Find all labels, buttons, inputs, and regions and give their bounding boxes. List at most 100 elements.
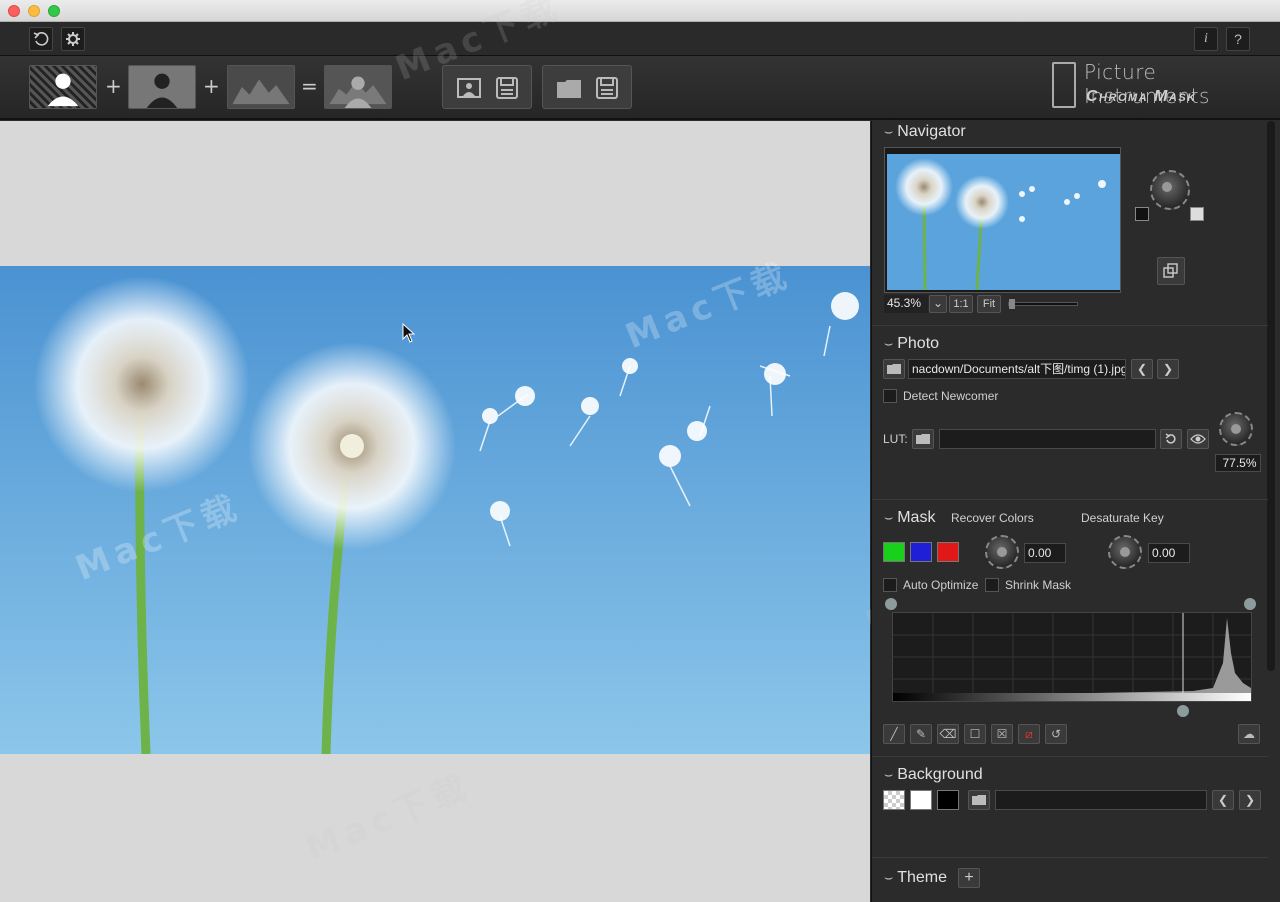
section-divider (872, 325, 1268, 326)
open-folder-button[interactable] (555, 74, 583, 102)
settings-button[interactable] (61, 27, 85, 51)
reset-lut-button[interactable] (1160, 429, 1182, 449)
key-color-red[interactable] (937, 542, 959, 562)
recover-colors-knob[interactable] (985, 535, 1019, 569)
black-background-swatch[interactable] (937, 790, 959, 810)
close-window-button[interactable] (8, 5, 20, 17)
brush-tool-button[interactable]: ✎ (910, 724, 932, 744)
composite-icon (329, 76, 387, 108)
photo-path-field[interactable]: nacdown/Documents/alt下图/timg (1).jpg (908, 359, 1126, 379)
white-background-swatch[interactable] (910, 790, 932, 810)
desaturate-key-value[interactable]: 0.00 (1148, 543, 1190, 563)
preview-lut-button[interactable] (1187, 429, 1209, 449)
invert-mask-button[interactable]: ⧄ (1018, 724, 1040, 744)
folder-icon (972, 795, 986, 805)
plus-operator: + (105, 74, 122, 98)
eye-icon (1190, 434, 1206, 444)
black-point-icon[interactable] (1135, 207, 1149, 221)
key-color-blue[interactable] (910, 542, 932, 562)
mask-section-title[interactable]: ⌣ Mask (884, 509, 935, 527)
undo-button[interactable] (29, 27, 53, 51)
save-icon (596, 77, 618, 99)
section-divider (872, 756, 1268, 757)
product-name: Chroma Mask (1086, 88, 1197, 105)
open-photo-file-button[interactable] (883, 359, 905, 379)
reset-mask-button[interactable]: ↺ (1045, 724, 1067, 744)
person-mask-icon (146, 73, 178, 108)
folder-icon (916, 434, 930, 444)
undo-icon: ↺ (1050, 727, 1062, 741)
clear-tool-button[interactable]: ☒ (991, 724, 1013, 744)
zoom-slider[interactable] (1008, 299, 1078, 309)
mask-options-button[interactable]: ☁ (1238, 724, 1260, 744)
section-divider (872, 857, 1268, 858)
copy-window-icon (1163, 263, 1178, 278)
lut-strength-value[interactable]: 77.5% (1215, 454, 1261, 472)
lut-strength-knob[interactable] (1219, 412, 1253, 446)
recover-colors-value[interactable]: 0.00 (1024, 543, 1066, 563)
person-silhouette-icon (47, 73, 79, 107)
curve-handle-left[interactable] (885, 598, 897, 610)
zoom-dropdown-button[interactable]: ⌄ (929, 295, 947, 313)
lut-path-field[interactable] (939, 429, 1156, 449)
background-section-title[interactable]: ⌣ Background (884, 766, 983, 784)
desaturate-key-knob[interactable] (1108, 535, 1142, 569)
mask-histogram[interactable] (892, 612, 1252, 702)
collapse-chevron-icon: ⌣ (884, 123, 894, 139)
navigator-section-title[interactable]: ⌣ Navigator (884, 123, 966, 141)
photo-title-text: Photo (897, 335, 940, 352)
save-photo-button[interactable] (493, 74, 521, 102)
panel-scrollbar[interactable] (1267, 121, 1275, 671)
info-button[interactable]: i (1194, 27, 1218, 51)
next-background-button[interactable]: ❯ (1239, 790, 1261, 810)
result-step-button[interactable] (324, 65, 392, 109)
zoom-1-to-1-button[interactable]: 1:1 (949, 295, 973, 313)
detect-newcomer-checkbox[interactable] (883, 389, 897, 403)
pen-tool-button[interactable]: ╱ (883, 724, 905, 744)
white-point-icon[interactable] (1190, 207, 1204, 221)
collapse-chevron-icon: ⌣ (884, 509, 894, 525)
mask-title-text: Mask (897, 509, 936, 526)
background-path-field[interactable] (995, 790, 1207, 810)
detach-navigator-button[interactable] (1157, 257, 1185, 285)
zoom-level[interactable]: 45.3% (884, 295, 928, 313)
navigator-preview[interactable] (884, 147, 1121, 293)
curve-handle-right[interactable] (1244, 598, 1256, 610)
open-lut-button[interactable] (912, 429, 934, 449)
previous-background-button[interactable]: ❮ (1212, 790, 1234, 810)
folder-icon (557, 80, 581, 98)
help-button[interactable]: ? (1226, 27, 1250, 51)
undo-icon (1165, 433, 1176, 444)
add-theme-button[interactable]: + (958, 868, 980, 888)
transparent-background-swatch[interactable] (883, 790, 905, 810)
compare-knob[interactable] (1150, 170, 1190, 210)
threshold-handle[interactable] (1177, 705, 1189, 717)
previous-photo-button[interactable]: ❮ (1131, 359, 1153, 379)
theme-section-title[interactable]: ⌣ Theme (884, 869, 947, 887)
minimize-window-button[interactable] (28, 5, 40, 17)
bucket-icon: ☐ (969, 727, 981, 741)
open-photo-button[interactable] (455, 74, 483, 102)
undo-icon (33, 32, 49, 46)
mask-step-button[interactable] (128, 65, 196, 109)
lut-label: LUT: (883, 432, 908, 446)
top-toolbar: i ? (0, 22, 1280, 56)
collapse-chevron-icon: ⌣ (884, 766, 894, 782)
shrink-mask-checkbox[interactable] (985, 578, 999, 592)
save-project-button[interactable] (593, 74, 621, 102)
photo-section-title[interactable]: ⌣ Photo (884, 335, 939, 353)
auto-optimize-checkbox[interactable] (883, 578, 897, 592)
collapse-chevron-icon: ⌣ (884, 869, 894, 885)
foreground-step-button[interactable] (29, 65, 97, 109)
pen-icon: ╱ (890, 727, 898, 741)
key-color-green[interactable] (883, 542, 905, 562)
open-background-button[interactable] (968, 790, 990, 810)
fill-tool-button[interactable]: ☐ (964, 724, 986, 744)
background-step-button[interactable] (227, 65, 295, 109)
eraser-tool-button[interactable]: ⌫ (937, 724, 959, 744)
histogram-graph (893, 613, 1251, 701)
next-photo-button[interactable]: ❯ (1157, 359, 1179, 379)
zoom-fit-button[interactable]: Fit (977, 295, 1001, 313)
image-canvas[interactable] (0, 121, 870, 902)
maximize-window-button[interactable] (48, 5, 60, 17)
